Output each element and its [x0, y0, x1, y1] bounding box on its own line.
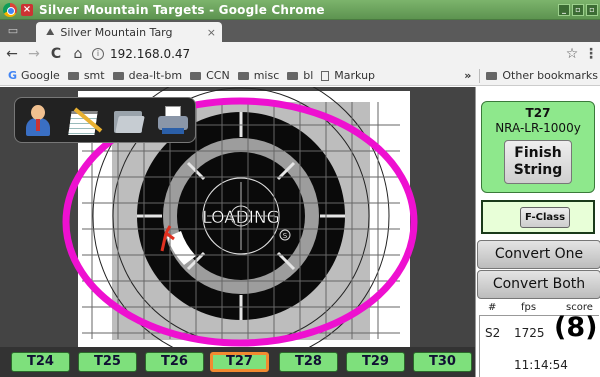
tab-overview-icon[interactable]: ▭ [0, 20, 26, 42]
control-panel: T27 NRA-LR-1000y Finish String F-Class C… [475, 87, 600, 377]
bookmarks-more-button[interactable]: » [464, 69, 471, 82]
bookmark-label: smt [83, 69, 105, 82]
bookmark-ccn[interactable]: CCN [190, 69, 230, 82]
string-tab-t24[interactable]: T24 [11, 352, 70, 372]
convert-one-button[interactable]: Convert One [477, 240, 600, 269]
bookmark-star-icon[interactable]: ☆ [562, 46, 582, 62]
bookmark-misc[interactable]: misc [237, 69, 280, 82]
finish-label-line1: Finish [514, 145, 562, 161]
bookmarks-divider [479, 68, 481, 83]
loading-text: LOADING [202, 208, 280, 228]
bookmark-markup[interactable]: Markup [321, 69, 375, 82]
page-content: S LOADING T24 T25 T26 T27 T28 T29 T30 T2… [0, 87, 600, 377]
reload-button[interactable]: C [46, 44, 66, 64]
folder-icon [486, 71, 498, 80]
shot-fps: 1725 [514, 326, 545, 340]
tab-close-icon[interactable]: × [207, 26, 216, 39]
user-icon[interactable] [21, 103, 55, 137]
bookmark-label: Google [21, 69, 60, 82]
shot-time: 11:14:54 [514, 358, 568, 372]
target-name: NRA-LR-1000y [495, 121, 581, 135]
folder-icon [67, 71, 79, 80]
fclass-box: F-Class [481, 200, 595, 234]
convert-both-button[interactable]: Convert Both [477, 270, 600, 299]
bookmark-label: CCN [206, 69, 230, 82]
browser-menu-icon[interactable]: ⋮ [582, 46, 600, 62]
tool-palette [14, 97, 196, 143]
window-title: Silver Mountain Targets - Google Chrome [39, 2, 325, 17]
bookmarks-bar: G Google smt dea-lt-bm CCN misc bl Marku… [0, 66, 600, 86]
folder-icon [112, 71, 124, 80]
string-tab-t27[interactable]: T27 [210, 352, 269, 372]
target-card: T27 NRA-LR-1000y Finish String [481, 101, 595, 193]
bookmark-google[interactable]: G Google [8, 69, 60, 82]
string-tab-t28[interactable]: T28 [279, 352, 338, 372]
window-close-button[interactable]: × [21, 3, 33, 16]
folder-icon [237, 71, 249, 80]
fclass-button[interactable]: F-Class [520, 207, 570, 228]
string-tab-t29[interactable]: T29 [346, 352, 405, 372]
tab-strip: ▭ ⛰ Silver Mountain Targ × [0, 20, 600, 42]
target-view[interactable]: S LOADING T24 T25 T26 T27 T28 T29 T30 [0, 87, 475, 377]
bookmark-label: Markup [334, 69, 376, 82]
info-icon[interactable]: i [92, 48, 104, 60]
window-x-button[interactable]: ▫ [586, 3, 598, 16]
minimize-button[interactable]: _ [558, 3, 570, 16]
shot-id: S2 [485, 326, 501, 340]
string-tab-t30[interactable]: T30 [413, 352, 472, 372]
tab-title: Silver Mountain Targ [60, 25, 173, 39]
page-icon [321, 70, 330, 81]
forward-button[interactable]: → [24, 44, 44, 64]
folder-icon [287, 71, 299, 80]
google-icon: G [8, 69, 18, 82]
bookmark-label: misc [253, 69, 280, 82]
folder-icon[interactable] [111, 103, 145, 137]
string-tab-bar: T24 T25 T26 T27 T28 T29 T30 [0, 347, 475, 377]
finish-string-button[interactable]: Finish String [504, 140, 572, 184]
bookmarks-right: » Other bookmarks [464, 68, 600, 83]
header-fps: fps [521, 302, 537, 313]
header-num: # [488, 302, 497, 313]
window-titlebar: × Silver Mountain Targets - Google Chrom… [0, 0, 600, 20]
mountain-favicon-icon: ⛰ [46, 26, 55, 38]
url-text: 192.168.0.47 [110, 47, 191, 61]
browser-tab[interactable]: ⛰ Silver Mountain Targ × [36, 22, 222, 42]
bookmark-dea-lt-bm[interactable]: dea-lt-bm [112, 69, 183, 82]
other-bookmarks[interactable]: Other bookmarks [486, 69, 598, 82]
window-controls: _ ▫ ▫ [558, 3, 598, 16]
finish-label-line2: String [513, 162, 563, 178]
shot-row[interactable]: S2 1725 (8) 11:14:54 [479, 312, 599, 377]
home-button[interactable]: ⌂ [68, 44, 88, 64]
address-bar[interactable]: i 192.168.0.47 [92, 44, 562, 64]
target-id: T27 [525, 106, 551, 120]
string-tab-t25[interactable]: T25 [78, 352, 137, 372]
shot-score: (8) [554, 312, 598, 343]
notepad-icon[interactable] [66, 103, 102, 137]
back-button[interactable]: ← [2, 44, 22, 64]
bookmark-label: dea-lt-bm [128, 69, 183, 82]
browser-toolbar: ← → C ⌂ i 192.168.0.47 ☆ ⋮ [0, 42, 600, 66]
folder-icon [190, 71, 202, 80]
bookmark-smt[interactable]: smt [67, 69, 105, 82]
bookmark-bl[interactable]: bl [287, 69, 313, 82]
string-tab-t26[interactable]: T26 [145, 352, 204, 372]
maximize-button[interactable]: ▫ [572, 3, 584, 16]
printer-icon[interactable] [156, 103, 190, 137]
chrome-logo-icon [3, 2, 17, 17]
bookmark-label: bl [303, 69, 314, 82]
s-marker-label: S [283, 232, 288, 240]
bookmark-label: Other bookmarks [502, 69, 598, 82]
